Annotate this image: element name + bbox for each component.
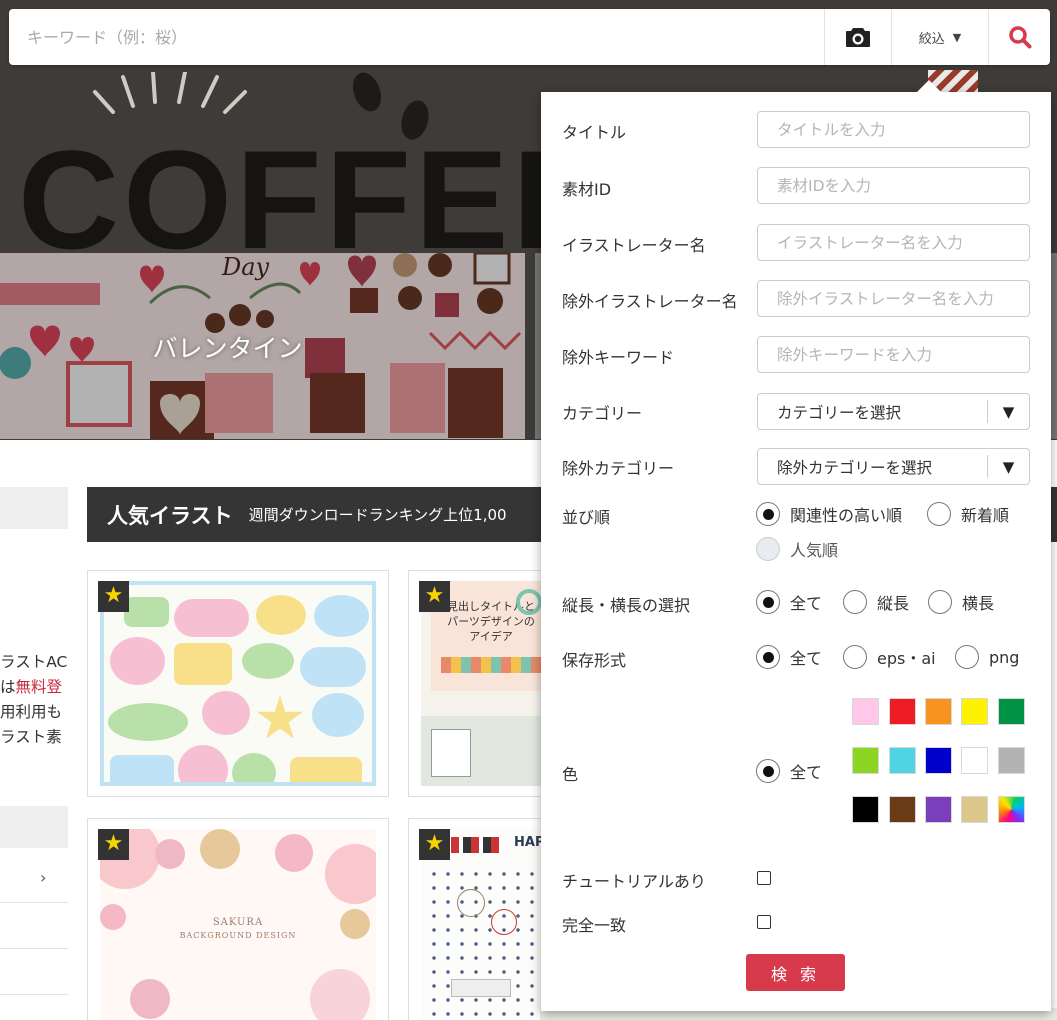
sort-option-relevance[interactable]: 関連性の高い順: [756, 502, 902, 526]
radio-selected-icon: [756, 502, 780, 526]
exact-match-checkbox[interactable]: [757, 915, 771, 929]
color-swatch[interactable]: [961, 698, 988, 725]
orientation-label: 縦長・横長の選択: [562, 596, 691, 615]
caret-down-icon: ▼: [952, 30, 962, 44]
dropdown-arrow-icon: ▼: [987, 400, 1029, 423]
register-link[interactable]: 無料登: [16, 678, 63, 696]
orientation-option-landscape[interactable]: 横長: [928, 590, 994, 614]
filter-search-button[interactable]: 検 索: [746, 954, 845, 991]
color-swatch[interactable]: [961, 796, 988, 823]
title-label: タイトル: [562, 123, 627, 142]
color-swatch[interactable]: [852, 796, 879, 823]
illustrator-label: イラストレーター名: [562, 236, 706, 255]
format-option-png[interactable]: png: [955, 645, 1019, 669]
radio-icon: [927, 502, 951, 526]
exclude-category-select[interactable]: 除外カテゴリーを選択 ▼: [757, 448, 1030, 485]
sort-option-newest[interactable]: 新着順: [927, 502, 1009, 526]
popular-subtitle: 週間ダウンロードランキング上位1,00: [248, 506, 507, 524]
format-option-all[interactable]: 全て: [756, 645, 822, 669]
category-select[interactable]: カテゴリーを選択 ▼: [757, 393, 1030, 430]
radio-selected-icon: [756, 759, 780, 783]
camera-icon: [846, 28, 870, 47]
radio-selected-icon: [756, 590, 780, 614]
star-icon: ★: [98, 581, 129, 612]
sort-label: 並び順: [562, 508, 611, 527]
category-select-value: カテゴリーを選択: [777, 403, 902, 422]
filter-panel: タイトル 素材ID イラストレーター名 除外イラストレーター名 除外キーワード …: [541, 92, 1051, 1011]
orientation-option-portrait[interactable]: 縦長: [843, 590, 909, 614]
color-swatch[interactable]: [889, 747, 916, 774]
star-icon: ★: [419, 829, 450, 860]
color-swatch[interactable]: [889, 796, 916, 823]
tutorial-checkbox[interactable]: [757, 871, 771, 885]
exclude-keyword-label: 除外キーワード: [562, 348, 675, 367]
radio-disabled-icon: [756, 537, 780, 561]
sidebar-intro-text: ラストAC は無料登 用利用も ラスト素: [0, 653, 68, 746]
material-id-label: 素材ID: [562, 180, 612, 199]
coffee-bean-icon: [347, 68, 387, 116]
exclude-category-select-value: 除外カテゴリーを選択: [777, 458, 933, 477]
filter-toggle-button[interactable]: 絞込 ▼: [891, 9, 988, 65]
illustrator-input[interactable]: [757, 224, 1030, 261]
image-search-button[interactable]: [824, 9, 891, 65]
tutorial-label: チュートリアルあり: [562, 872, 706, 891]
color-swatch[interactable]: [925, 698, 952, 725]
color-swatch[interactable]: [998, 698, 1025, 725]
filter-label: 絞込: [918, 31, 945, 47]
radio-icon: [955, 645, 979, 669]
color-swatch[interactable]: [961, 747, 988, 774]
radio-icon: [928, 590, 952, 614]
title-input[interactable]: [757, 111, 1030, 148]
search-input[interactable]: [9, 9, 824, 65]
card-thumbnail: [100, 581, 376, 786]
card-thumbnail: SAKURA BACKGROUND DESIGN: [100, 829, 376, 1020]
divider: [0, 902, 68, 903]
category-label: カテゴリー: [562, 404, 643, 423]
color-swatch[interactable]: [852, 747, 879, 774]
divider: [0, 994, 68, 995]
color-swatch[interactable]: [998, 796, 1025, 823]
radio-selected-icon: [756, 645, 780, 669]
panel-pointer: [916, 80, 942, 93]
format-option-eps-ai[interactable]: eps・ai: [843, 645, 936, 669]
banner-title: バレンタイン: [152, 334, 303, 363]
hero-coffee-text: COFFEE: [18, 121, 610, 278]
orientation-option-all[interactable]: 全て: [756, 590, 822, 614]
sidebar-header-box: [0, 487, 68, 529]
color-swatch[interactable]: [925, 747, 952, 774]
exclude-illustrator-input[interactable]: [757, 280, 1030, 317]
sort-option-popular[interactable]: 人気順: [756, 537, 838, 561]
radio-icon: [843, 590, 867, 614]
search-bar: 絞込 ▼: [9, 9, 1050, 65]
radio-icon: [843, 645, 867, 669]
valentine-banner[interactable]: Day バレンタイン: [0, 253, 525, 439]
star-icon: ★: [419, 581, 450, 612]
search-icon: [1008, 26, 1031, 49]
exact-match-label: 完全一致: [562, 916, 627, 935]
color-swatch[interactable]: [889, 698, 916, 725]
color-swatch[interactable]: [852, 698, 879, 725]
color-option-all[interactable]: 全て: [756, 759, 822, 783]
popular-title: 人気イラスト: [107, 503, 233, 528]
exclude-illustrator-label: 除外イラストレーター名: [562, 292, 738, 311]
chevron-right-icon[interactable]: ›: [40, 868, 46, 887]
exclude-keyword-input[interactable]: [757, 336, 1030, 373]
card-title-text: SAKURA: [212, 917, 264, 928]
format-label: 保存形式: [562, 651, 627, 670]
color-swatch[interactable]: [925, 796, 952, 823]
sidebar-section-box: [0, 806, 68, 848]
divider: [0, 948, 68, 949]
dropdown-arrow-icon: ▼: [987, 455, 1029, 478]
illustration-card[interactable]: ★: [87, 570, 389, 797]
exclude-category-label: 除外カテゴリー: [562, 459, 675, 478]
star-icon: ★: [98, 829, 129, 860]
material-id-input[interactable]: [757, 167, 1030, 204]
search-submit-button[interactable]: [988, 9, 1050, 65]
card-subtitle-text: BACKGROUND DESIGN: [179, 931, 297, 940]
illustration-card[interactable]: ★ SAKURA BACKGROUND DESIGN: [87, 818, 389, 1020]
color-label: 色: [562, 765, 579, 784]
color-swatch[interactable]: [998, 747, 1025, 774]
